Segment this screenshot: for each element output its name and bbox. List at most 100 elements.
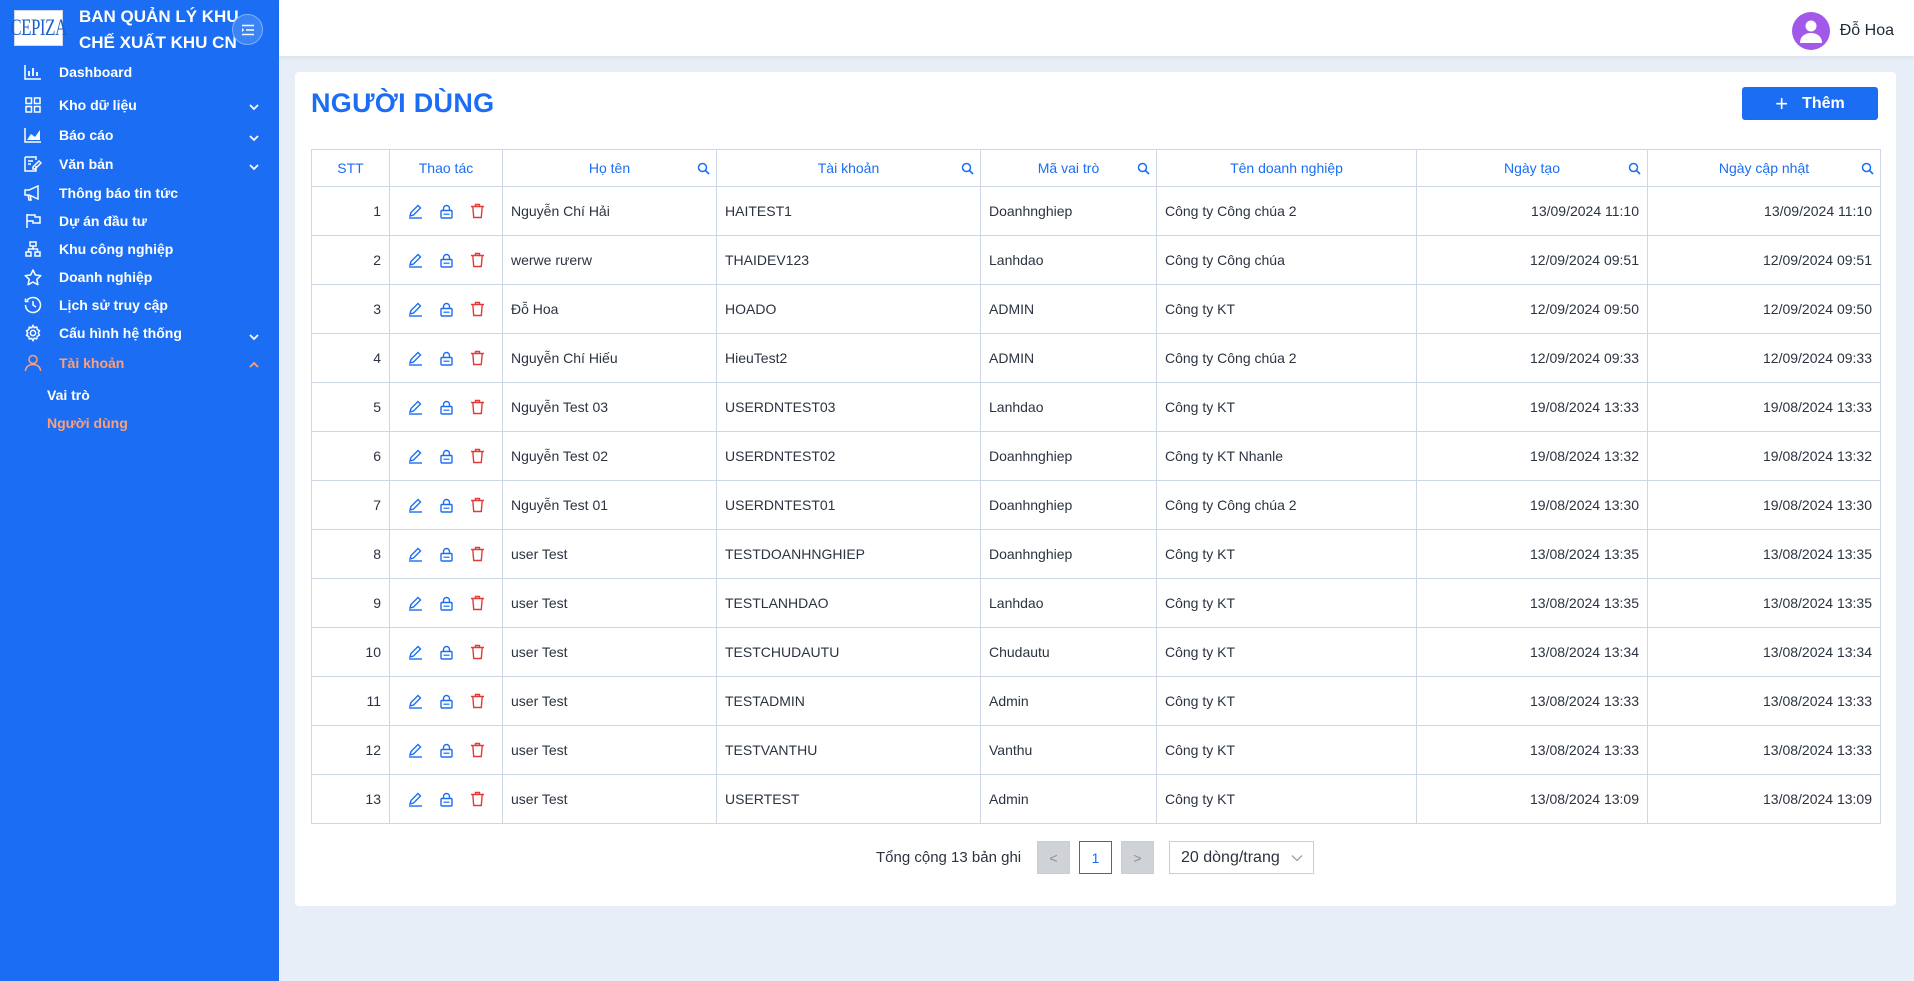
add-button[interactable]: + Thêm [1742,87,1878,120]
edit-icon[interactable] [406,790,424,808]
cell-ten-doanh-nghiep: Công ty KT [1156,382,1417,432]
star-icon [22,266,44,288]
sidebar-item-label: Khu công nghiệp [59,241,174,257]
table-row[interactable]: 13 user Test USERTEST Admin Công ty KT 13/08/… [311,774,1881,824]
table-row[interactable]: 9 user Test TESTLANHDAO Lanhdao Công ty KT 13… [311,578,1881,628]
next-page-button[interactable]: > [1121,841,1154,874]
sidebar-item-label: Dự án đầu tư [59,213,147,229]
user-menu[interactable]: Đỗ Hoa [1791,12,1894,50]
table-row[interactable]: 10 user Test TESTCHUDAUTU Chudautu Công ty K… [311,627,1881,677]
edit-icon[interactable] [406,741,424,759]
table-row[interactable]: 11 user Test TESTADMIN Admin Công ty KT 13/08… [311,676,1881,726]
lock-icon[interactable] [437,447,455,465]
edit-icon[interactable] [406,594,424,612]
lock-icon[interactable] [437,300,455,318]
lock-icon[interactable] [437,349,455,367]
sidebar-item-bao-cao[interactable]: Báo cáo [0,120,279,149]
sidebar-item-cau-hinh[interactable]: Cấu hình hệ thống [0,319,279,347]
lock-icon[interactable] [437,790,455,808]
table-row[interactable]: 4 Nguyễn Chí Hiếu HieuTest2 ADMIN Công ty Cô… [311,333,1881,383]
lock-icon[interactable] [437,741,455,759]
table-row[interactable]: 5 Nguyễn Test 03 USERDNTEST03 Lanhdao Công t… [311,382,1881,432]
cell-actions [389,725,503,775]
table-row[interactable]: 12 user Test TESTVANTHU Vanthu Công ty KT 13/… [311,725,1881,775]
edit-icon[interactable] [406,447,424,465]
cell-tai-khoan: TESTCHUDAUTU [716,627,981,677]
col-header-ma-vai-tro: Mã vai trò [980,149,1157,187]
table-row[interactable]: 6 Nguyễn Test 02 USERDNTEST02 Doanhnghiep Cô… [311,431,1881,481]
prev-page-button[interactable]: < [1037,841,1070,874]
lock-icon[interactable] [437,496,455,514]
sidebar-item-lich-su[interactable]: Lịch sử truy cập [0,291,279,319]
search-icon[interactable] [697,162,710,175]
cell-ma-vai-tro: Doanhnghiep [980,529,1157,579]
delete-icon[interactable] [468,594,486,612]
sidebar-item-khu-cong-nghiep[interactable]: Khu công nghiệp [0,235,279,263]
cell-actions [389,529,503,579]
edit-icon[interactable] [406,692,424,710]
cell-ngay-tao: 13/08/2024 13:09 [1416,774,1648,824]
search-icon[interactable] [1861,162,1874,175]
cell-stt: 1 [311,186,390,236]
table-row[interactable]: 3 Đỗ Hoa HOADO ADMIN Công ty KT 12/09/2024 09… [311,284,1881,334]
cell-ngay-tao: 12/09/2024 09:50 [1416,284,1648,334]
delete-icon[interactable] [468,692,486,710]
topbar: Đỗ Hoa [279,0,1914,56]
page-1-button[interactable]: 1 [1079,841,1112,874]
sidebar-item-kho-du-lieu[interactable]: Kho dữ liệu [0,89,279,120]
delete-icon[interactable] [468,349,486,367]
delete-icon[interactable] [468,447,486,465]
lock-icon[interactable] [437,545,455,563]
lock-icon[interactable] [437,594,455,612]
delete-icon[interactable] [468,741,486,759]
edit-icon[interactable] [406,643,424,661]
cell-tai-khoan: TESTADMIN [716,676,981,726]
brand-title-line1: BAN QUẢN LÝ KHU [79,7,239,26]
cell-ma-vai-tro: Doanhnghiep [980,431,1157,481]
sidebar-item-tai-khoan[interactable]: Tài khoản [0,347,279,378]
delete-icon[interactable] [468,251,486,269]
delete-icon[interactable] [468,496,486,514]
sidebar-item-van-ban[interactable]: Văn bản [0,149,279,179]
table-row[interactable]: 2 werwe rưerw THAIDEV123 Lanhdao Công ty Côn… [311,235,1881,285]
table-row[interactable]: 1 Nguyễn Chí Hải HAITEST1 Doanhnghiep Công t… [311,186,1881,236]
page-size-select[interactable]: 20 dòng/trang [1169,841,1314,874]
delete-icon[interactable] [468,202,486,220]
sidebar-item-label: Lịch sử truy cập [59,297,168,313]
search-icon[interactable] [1628,162,1641,175]
lock-icon[interactable] [437,251,455,269]
sidebar-subitem-label: Người dùng [47,415,128,431]
collapse-sidebar-button[interactable] [232,14,263,45]
lock-icon[interactable] [437,398,455,416]
edit-icon[interactable] [406,251,424,269]
cell-stt: 9 [311,578,390,628]
lock-icon[interactable] [437,202,455,220]
search-icon[interactable] [961,162,974,175]
table-row[interactable]: 7 Nguyễn Test 01 USERDNTEST01 Doanhnghiep Cô… [311,480,1881,530]
edit-icon[interactable] [406,202,424,220]
delete-icon[interactable] [468,300,486,318]
delete-icon[interactable] [468,545,486,563]
cell-ngay-cap-nhat: 13/08/2024 13:33 [1647,725,1881,775]
table-row[interactable]: 8 user Test TESTDOANHNGHIEP Doanhnghiep Công… [311,529,1881,579]
delete-icon[interactable] [468,643,486,661]
lock-icon[interactable] [437,692,455,710]
edit-icon[interactable] [406,398,424,416]
edit-icon[interactable] [406,496,424,514]
cepiza-logo[interactable]: CEPIZA [10,10,67,46]
sidebar-subitem-vai-tro[interactable]: Vai trò [0,381,279,409]
edit-icon[interactable] [406,300,424,318]
lock-icon[interactable] [437,643,455,661]
cell-tai-khoan: TESTLANHDAO [716,578,981,628]
sidebar-item-thong-bao[interactable]: Thông báo tin tức [0,179,279,207]
sidebar-item-du-an[interactable]: Dự án đầu tư [0,207,279,235]
edit-icon[interactable] [406,349,424,367]
sidebar-item-dashboard[interactable]: Dashboard [0,54,279,89]
sidebar-item-doanh-nghiep[interactable]: Doanh nghiệp [0,263,279,291]
sidebar-subitem-nguoi-dung[interactable]: Người dùng [0,409,279,437]
delete-icon[interactable] [468,398,486,416]
search-icon[interactable] [1137,162,1150,175]
edit-icon[interactable] [406,545,424,563]
delete-icon[interactable] [468,790,486,808]
plus-icon: + [1775,90,1789,116]
